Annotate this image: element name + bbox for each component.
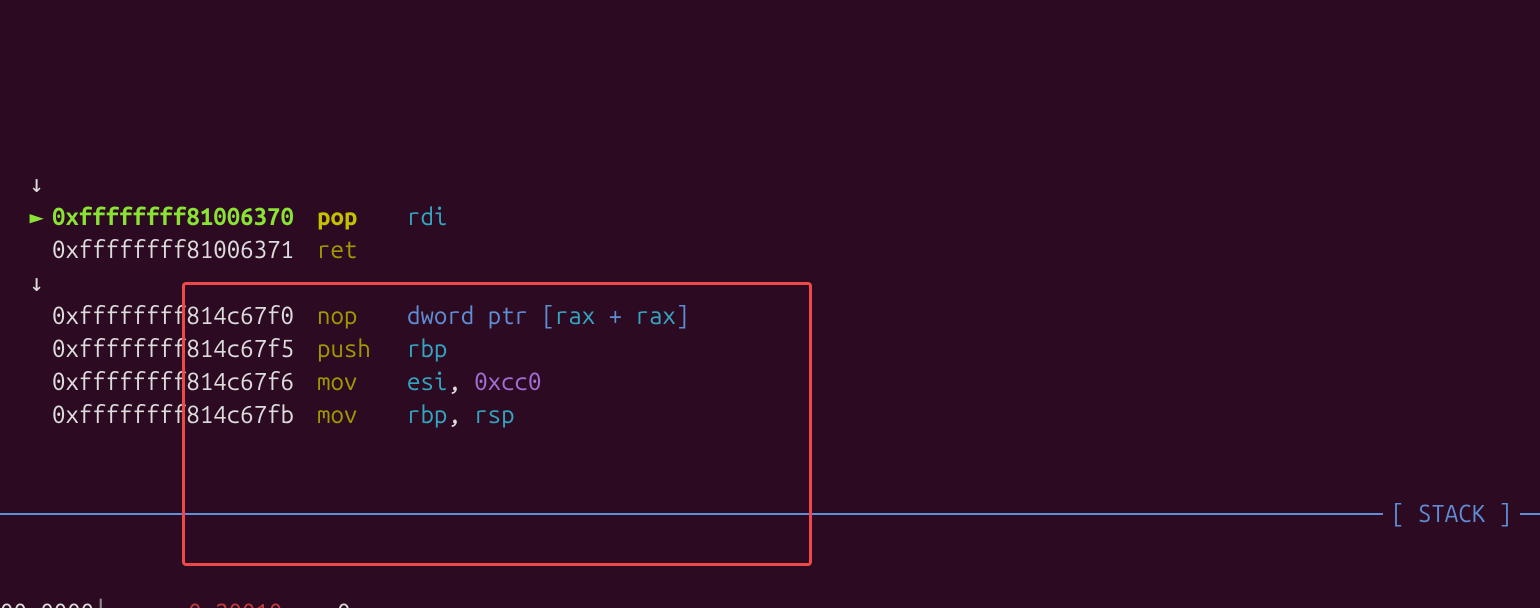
disasm-line: 0xffffffff81006371ret [0, 233, 1540, 266]
disasm-address: 0xffffffff81006370 [52, 200, 317, 233]
disasm-operands: esi, 0xcc0 [407, 368, 541, 395]
disasm-line: ↓ [0, 266, 1540, 299]
disasm-marker [0, 398, 52, 431]
disasm-line: ►0xffffffff81006370poprdi [0, 200, 1540, 233]
stack-target: 0 [337, 599, 350, 608]
disasm-marker [0, 332, 52, 365]
disasm-marker [0, 365, 52, 398]
disasm-marker: ↓ [0, 167, 52, 200]
stack-row: 00:0000│ rsp 0x20010 ◂— 0 [0, 596, 1540, 608]
disasm-mnemonic: mov [317, 398, 407, 431]
disasm-mnemonic: push [317, 332, 407, 365]
stack-register: rsp [134, 599, 174, 608]
disasm-address: 0xffffffff814c67f5 [52, 332, 317, 365]
disasm-marker [0, 233, 52, 266]
disasm-address: 0xffffffff81006371 [52, 233, 317, 266]
disasm-line: 0xffffffff814c67f0nopdword ptr [rax + ra… [0, 299, 1540, 332]
disasm-mnemonic: mov [317, 365, 407, 398]
disasm-line: ↓ [0, 167, 1540, 200]
disasm-line: 0xffffffff814c67f5pushrbp [0, 332, 1540, 365]
disasm-operands: rbp, rsp [407, 401, 515, 428]
disasm-mnemonic: ret [317, 233, 407, 266]
stack-offset: 00:0000 [0, 599, 94, 608]
disassembly-panel: ↓►0xffffffff81006370poprdi 0xffffffff810… [0, 165, 1540, 431]
disasm-operands: rbp [407, 335, 447, 362]
disasm-line: 0xffffffff814c67f6movesi, 0xcc0 [0, 365, 1540, 398]
disasm-marker: ► [0, 200, 52, 233]
disasm-address: 0xffffffff814c67f6 [52, 365, 317, 398]
disasm-address: 0xffffffff814c67f0 [52, 299, 317, 332]
disasm-mnemonic: nop [317, 299, 407, 332]
stack-address: 0x20010 [188, 599, 282, 608]
disasm-mnemonic: pop [317, 200, 407, 233]
disasm-operands: dword ptr [rax + rax] [407, 302, 689, 329]
stack-section-label: [ STACK ] [1383, 497, 1520, 530]
disasm-marker: ↓ [0, 266, 52, 299]
stack-panel: 00:0000│ rsp 0x20010 ◂— 001:0008│ 0x2001… [0, 596, 1540, 608]
stack-section-header: [ STACK ] [0, 497, 1540, 530]
disasm-line: 0xffffffff814c67fbmovrbp, rsp [0, 398, 1540, 431]
disasm-marker [0, 299, 52, 332]
disasm-operands: rdi [407, 203, 447, 230]
disasm-address: 0xffffffff814c67fb [52, 398, 317, 431]
